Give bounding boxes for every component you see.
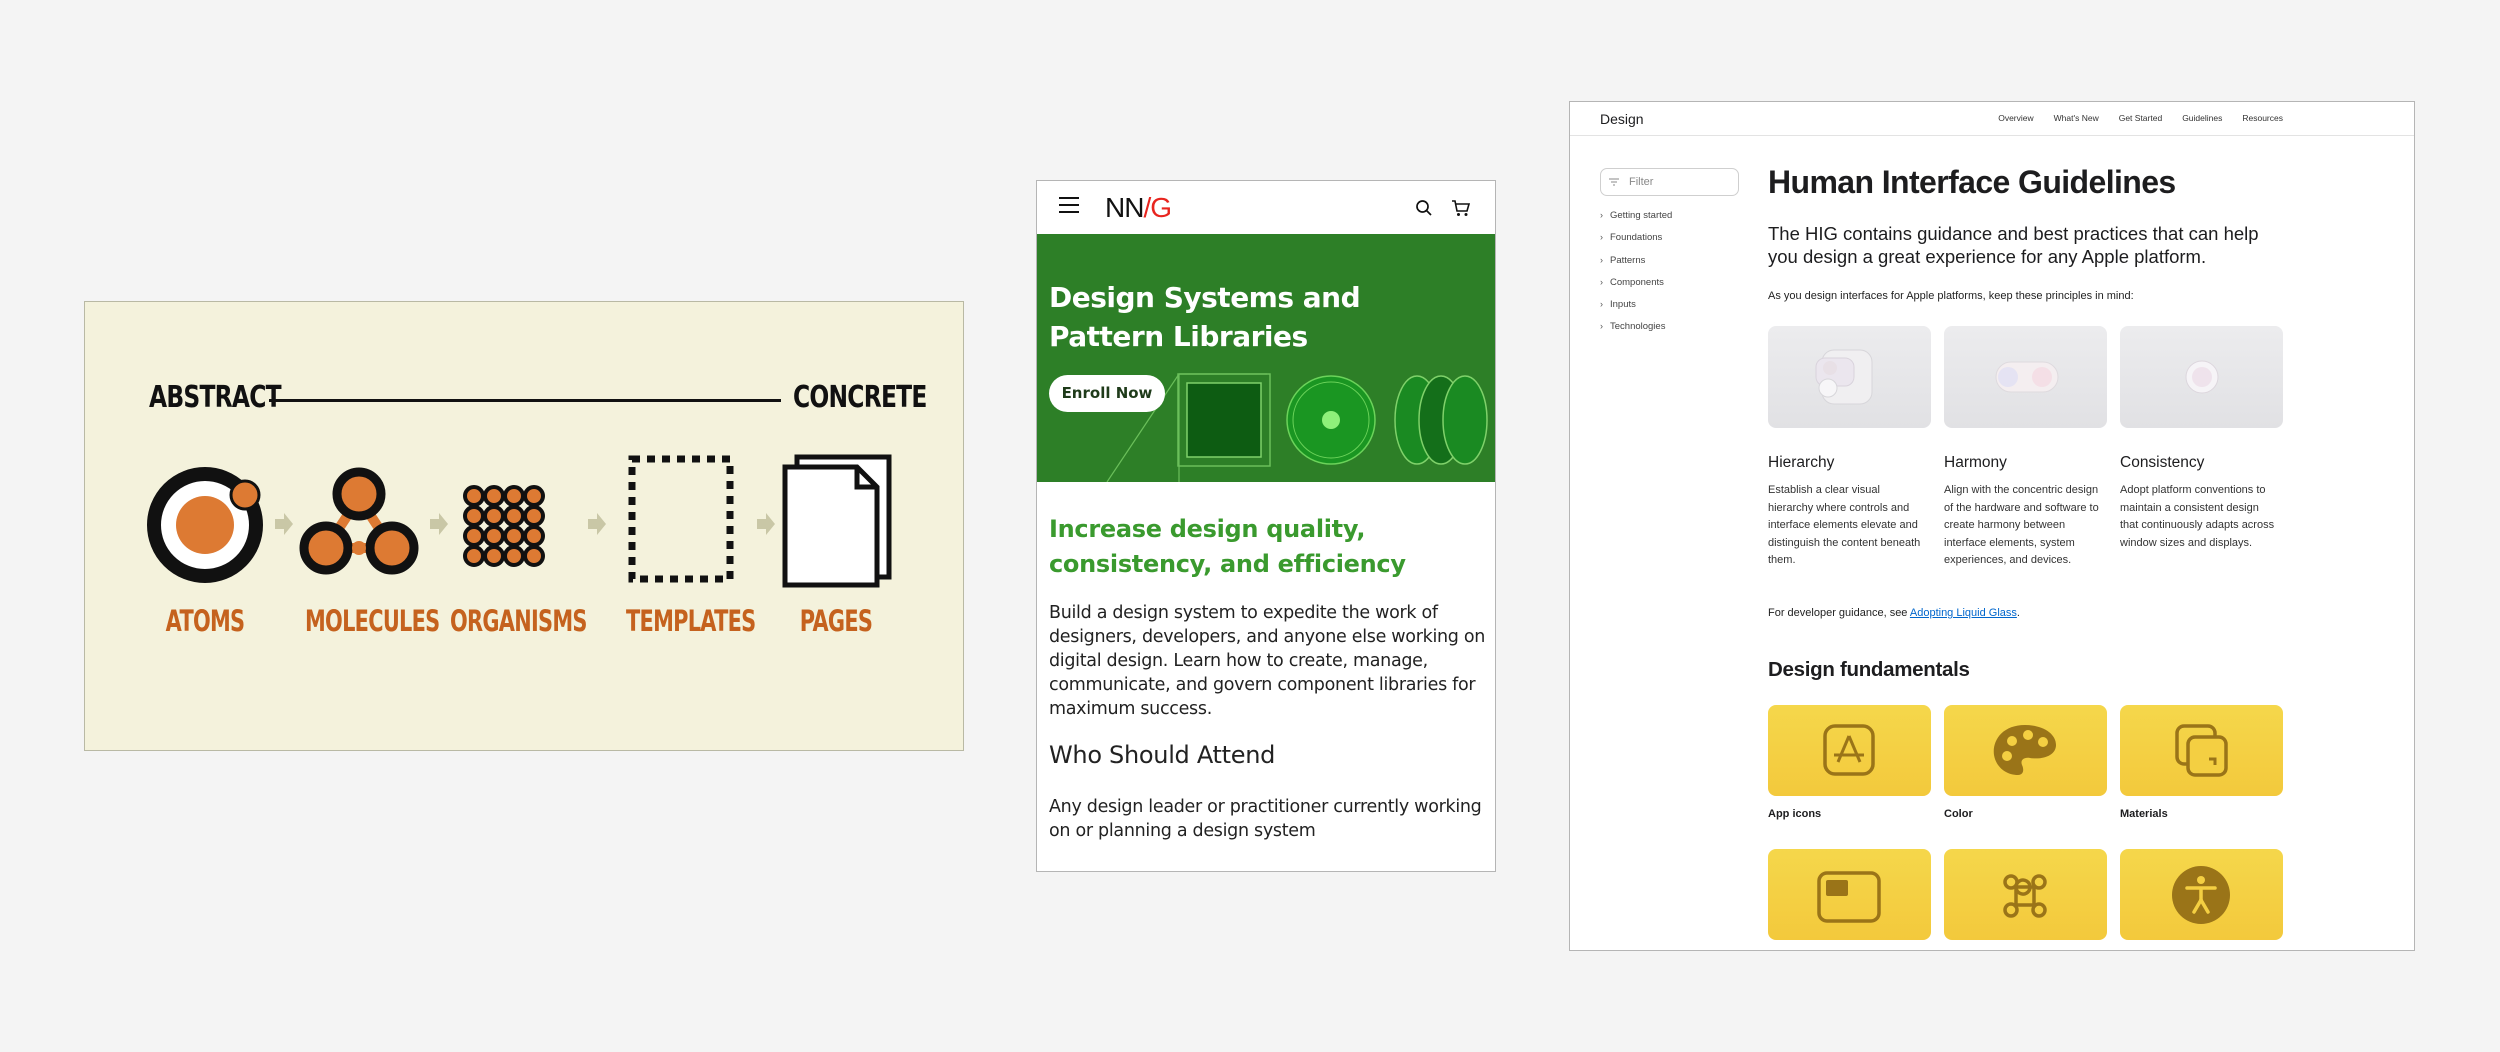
consistency-icon bbox=[2185, 360, 2219, 394]
atomic-design-panel: ABSTRACT CONCRETE ATOMS MOLECULES ORGANI… bbox=[84, 301, 964, 751]
nav-resources[interactable]: Resources bbox=[2242, 113, 2283, 123]
logo-g: G bbox=[1150, 192, 1172, 223]
hero-title: Design Systems and Pattern Libraries bbox=[1049, 281, 1361, 353]
menu-icon[interactable] bbox=[1059, 197, 1079, 215]
atom-icon bbox=[147, 467, 263, 583]
nng-mobile-page: NN/G Design Systems and Pattern Librarie… bbox=[1036, 180, 1496, 872]
sidebar-item-components[interactable]: › Components bbox=[1600, 271, 1672, 293]
who-should-attend-text: Any design leader or practitioner curren… bbox=[1049, 797, 1482, 841]
harmony-icon bbox=[1995, 361, 2059, 393]
principle-title-harmony: Harmony bbox=[1944, 454, 2007, 471]
sidebar-item-technologies[interactable]: › Technologies bbox=[1600, 315, 1672, 337]
hig-page: Design Overview What's New Get Started G… bbox=[1569, 101, 2415, 951]
developer-guidance-suffix: . bbox=[2016, 607, 2020, 619]
principle-title-consistency: Consistency bbox=[2120, 454, 2205, 471]
nav-guidelines[interactable]: Guidelines bbox=[2182, 113, 2222, 123]
hierarchy-illustration[interactable] bbox=[1768, 326, 1931, 428]
enroll-now-button[interactable]: Enroll Now bbox=[1049, 375, 1165, 412]
nav-overview[interactable]: Overview bbox=[1998, 113, 2033, 123]
molecule-icon bbox=[299, 467, 419, 575]
nav-links: Overview What's New Get Started Guidelin… bbox=[1998, 113, 2283, 123]
sidebar-item-label: Inputs bbox=[1610, 299, 1636, 311]
chevron-right-icon: › bbox=[1600, 254, 1603, 265]
consistency-illustration[interactable] bbox=[2120, 326, 2283, 428]
principle-text-harmony: Align with the concentric design of the … bbox=[1944, 484, 2099, 566]
top-nav: Design Overview What's New Get Started G… bbox=[1570, 102, 2414, 136]
keyboard-tile[interactable] bbox=[1944, 849, 2107, 940]
design-fundamentals-heading: Design fundamentals bbox=[1768, 658, 1970, 681]
developer-guidance: For developer guidance, see Adopting Liq… bbox=[1768, 607, 2020, 619]
lead-paragraph: The HIG contains guidance and best pract… bbox=[1768, 223, 2259, 267]
who-should-attend-heading: Who Should Attend bbox=[1049, 741, 1276, 769]
sidebar-item-getting-started[interactable]: › Getting started bbox=[1600, 204, 1672, 226]
chevron-right-icon: › bbox=[1600, 299, 1603, 310]
command-key-icon bbox=[2003, 874, 2047, 918]
stage-label-templates: TEMPLATES bbox=[626, 604, 756, 638]
stage-label-molecules: MOLECULES bbox=[305, 604, 440, 638]
adopting-liquid-glass-link[interactable]: Adopting Liquid Glass bbox=[1910, 607, 2017, 619]
arrow-icon bbox=[588, 513, 606, 535]
color-tile[interactable] bbox=[1944, 705, 2107, 796]
harmony-illustration[interactable] bbox=[1944, 326, 2107, 428]
accessibility-icon bbox=[2172, 866, 2230, 924]
logo-nn: NN bbox=[1105, 192, 1144, 223]
sidebar-item-inputs[interactable]: › Inputs bbox=[1600, 293, 1672, 315]
developer-guidance-prefix: For developer guidance, see bbox=[1768, 607, 1910, 619]
arrow-icon bbox=[757, 513, 775, 535]
stage-label-organisms: ORGANISMS bbox=[450, 604, 587, 638]
template-icon bbox=[628, 455, 734, 583]
tagline: Increase design quality, consistency, an… bbox=[1049, 515, 1406, 578]
cart-icon[interactable] bbox=[1451, 198, 1471, 218]
chevron-right-icon: › bbox=[1600, 276, 1603, 287]
principle-text-hierarchy: Establish a clear visual hierarchy where… bbox=[1768, 484, 1921, 566]
sidebar-nav: › Getting started › Foundations › Patterns … bbox=[1600, 204, 1672, 338]
filter-icon bbox=[1609, 178, 1619, 186]
stage-label-pages: PAGES bbox=[799, 604, 873, 638]
chevron-right-icon: › bbox=[1600, 210, 1603, 220]
app-icons-tile[interactable] bbox=[1768, 705, 1931, 796]
fundamental-label-materials: Materials bbox=[2120, 808, 2168, 820]
atomic-stage-icons bbox=[147, 454, 892, 588]
arrow-icon bbox=[430, 513, 448, 535]
filter-input[interactable]: Filter bbox=[1600, 168, 1739, 196]
fundamental-label-app-icons: App icons bbox=[1768, 808, 1822, 820]
sidebar-item-patterns[interactable]: › Patterns bbox=[1600, 249, 1672, 271]
top-bar: NN/G bbox=[1037, 181, 1495, 234]
layout-tile[interactable] bbox=[1768, 849, 1931, 940]
hero-banner: Design Systems and Pattern Libraries Enr… bbox=[1037, 234, 1495, 482]
sidebar-item-label: Getting started bbox=[1610, 210, 1673, 221]
sidebar-item-foundations[interactable]: › Foundations bbox=[1600, 226, 1672, 248]
stage-label-atoms: ATOMS bbox=[165, 604, 245, 638]
hierarchy-icon bbox=[1815, 349, 1873, 405]
materials-icon bbox=[2175, 724, 2228, 777]
sidebar-item-label: Technologies bbox=[1610, 321, 1666, 333]
palette-icon bbox=[1993, 725, 2056, 775]
principles-intro: As you design interfaces for Apple platf… bbox=[1768, 290, 2134, 302]
principle-text-consistency: Adopt platform conventions to maintain a… bbox=[2120, 484, 2275, 549]
materials-tile[interactable] bbox=[2120, 705, 2283, 796]
brand-title[interactable]: Design bbox=[1600, 111, 1644, 127]
fundamental-label-color: Color bbox=[1944, 808, 1973, 820]
chevron-right-icon: › bbox=[1600, 321, 1603, 332]
sidebar-item-label: Foundations bbox=[1610, 232, 1663, 244]
window-icon bbox=[1817, 871, 1881, 923]
chevron-right-icon: › bbox=[1600, 232, 1603, 243]
pages-icon bbox=[782, 454, 892, 588]
accessibility-tile[interactable] bbox=[2120, 849, 2283, 940]
principle-title-hierarchy: Hierarchy bbox=[1768, 454, 1835, 471]
hero-illustration bbox=[1106, 373, 1488, 482]
sidebar-item-label: Patterns bbox=[1610, 254, 1646, 266]
nng-logo[interactable]: NN/G bbox=[1105, 192, 1172, 224]
arrow-icon bbox=[275, 513, 293, 535]
page-title: Human Interface Guidelines bbox=[1768, 164, 2176, 200]
course-description: Build a design system to expedite the wo… bbox=[1049, 603, 1486, 719]
sidebar-item-label: Components bbox=[1610, 276, 1664, 288]
app-store-icon bbox=[1823, 724, 1875, 776]
nav-get-started[interactable]: Get Started bbox=[2119, 113, 2162, 123]
nav-whats-new[interactable]: What's New bbox=[2054, 113, 2099, 123]
organism-icon bbox=[463, 485, 545, 567]
search-icon[interactable] bbox=[1415, 199, 1433, 217]
